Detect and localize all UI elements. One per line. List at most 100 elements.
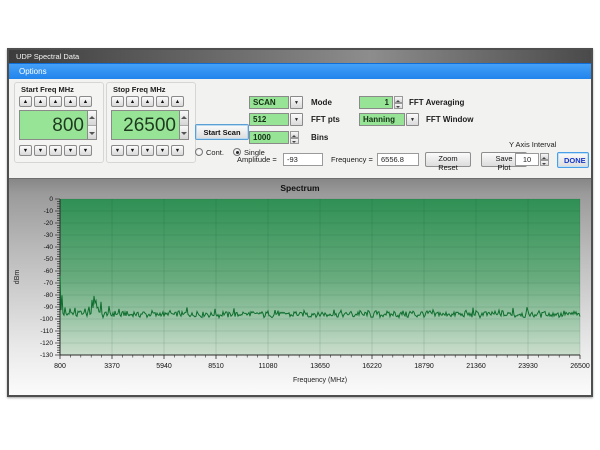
svg-text:3370: 3370 [104,363,120,370]
start-freq-group: Start Freq MHz ▲▲▲▲▲ 800 ▼▼▼▼▼ [14,82,104,163]
zoom-reset-button[interactable]: Zoom Reset [425,152,471,167]
digit-down-button[interactable]: ▼ [111,145,124,156]
amplitude-label: Amplitude = [237,155,277,164]
fft-window-label: FFT Window [426,115,473,124]
start-freq-value[interactable]: 800 [19,110,87,140]
svg-text:11080: 11080 [259,363,278,370]
fft-pts-label: FFT pts [311,115,340,124]
digit-up-button[interactable]: ▲ [141,96,154,107]
window-title: UDP Spectral Data [16,52,79,61]
start-freq-spinner [87,110,97,140]
svg-text:Frequency (MHz): Frequency (MHz) [293,377,347,384]
digit-up-button[interactable]: ▲ [126,96,139,107]
svg-text:-80: -80 [44,292,54,299]
done-button[interactable]: DONE [557,152,589,168]
svg-text:-120: -120 [40,340,53,347]
stop-freq-label: Stop Freq MHz [113,85,166,94]
svg-text:-90: -90 [44,304,54,311]
digit-down-button[interactable]: ▼ [79,145,92,156]
stop-freq-display[interactable]: 26500 [111,110,189,140]
y-axis-interval-spinner [540,153,549,166]
stop-freq-down-arrow-row: ▼▼▼▼▼ [111,145,184,156]
svg-text:-10: -10 [44,208,54,215]
svg-text:5940: 5940 [156,363,172,370]
spectrum-plot[interactable]: 0-10-20-30-40-50-60-70-80-90-100-110-120… [10,195,590,393]
digit-down-button[interactable]: ▼ [171,145,184,156]
fft-averaging-value[interactable]: 1 [359,96,393,109]
spin-down-icon[interactable] [88,126,96,140]
svg-text:21360: 21360 [466,363,486,370]
bins-label: Bins [311,133,328,142]
start-freq-display[interactable]: 800 [19,110,97,140]
svg-text:18790: 18790 [414,363,434,370]
frequency-field[interactable]: 6556.8 [377,153,419,166]
digit-up-button[interactable]: ▲ [171,96,184,107]
svg-text:-100: -100 [40,316,53,323]
svg-text:8510: 8510 [208,363,224,370]
spin-down-icon[interactable] [290,138,299,145]
svg-text:800: 800 [54,363,66,370]
menu-options[interactable]: Options [19,67,47,76]
digit-down-button[interactable]: ▼ [34,145,47,156]
control-panel: Start Freq MHz ▲▲▲▲▲ 800 ▼▼▼▼▼ Stop Freq… [9,79,591,178]
svg-text:0: 0 [49,196,53,203]
bins-value[interactable]: 1000 [249,131,289,144]
mode-dropdown-icon[interactable]: ▼ [290,96,303,109]
fft-window-dropdown-icon[interactable]: ▼ [406,113,419,126]
spin-down-icon[interactable] [540,160,549,167]
svg-text:-60: -60 [44,268,54,275]
digit-up-button[interactable]: ▲ [49,96,62,107]
spin-down-icon[interactable] [180,126,188,140]
digit-down-button[interactable]: ▼ [141,145,154,156]
digit-down-button[interactable]: ▼ [19,145,32,156]
start-freq-up-arrow-row: ▲▲▲▲▲ [19,96,92,107]
y-axis-interval-value[interactable]: 10 [515,153,539,166]
digit-up-button[interactable]: ▲ [111,96,124,107]
digit-up-button[interactable]: ▲ [19,96,32,107]
digit-up-button[interactable]: ▲ [156,96,169,107]
svg-text:16220: 16220 [362,363,382,370]
spin-down-icon[interactable] [394,103,403,110]
svg-text:-70: -70 [44,280,54,287]
mode-label: Mode [311,98,332,107]
digit-down-button[interactable]: ▼ [126,145,139,156]
y-axis-interval-label: Y Axis Interval [509,140,556,149]
bins-spinner [290,131,299,144]
svg-text:26500: 26500 [570,363,590,370]
svg-text:-20: -20 [44,220,54,227]
digit-down-button[interactable]: ▼ [49,145,62,156]
fft-pts-dropdown-icon[interactable]: ▼ [290,113,303,126]
amplitude-field[interactable]: -93 [283,153,323,166]
svg-text:13650: 13650 [310,363,330,370]
start-freq-label: Start Freq MHz [21,85,74,94]
stop-freq-spinner [179,110,189,140]
digit-up-button[interactable]: ▲ [34,96,47,107]
svg-text:-40: -40 [44,244,54,251]
digit-up-button[interactable]: ▲ [64,96,77,107]
spin-up-icon[interactable] [180,111,188,126]
app-window: UDP Spectral Data Options Start Freq MHz… [7,48,593,397]
mode-select-value[interactable]: SCAN [249,96,289,109]
menu-bar: Options [9,63,591,79]
stop-freq-value[interactable]: 26500 [111,110,179,140]
svg-text:-130: -130 [40,352,53,359]
svg-text:-110: -110 [40,328,53,335]
svg-text:23930: 23930 [518,363,538,370]
digit-down-button[interactable]: ▼ [156,145,169,156]
stop-freq-group: Stop Freq MHz ▲▲▲▲▲ 26500 ▼▼▼▼▼ [106,82,196,163]
fft-pts-select-value[interactable]: 512 [249,113,289,126]
cont-radio[interactable] [195,148,203,156]
chart-region: Spectrum 0-10-20-30-40-50-60-70-80-90-10… [9,178,591,395]
digit-down-button[interactable]: ▼ [64,145,77,156]
svg-text:-50: -50 [44,256,54,263]
start-freq-down-arrow-row: ▼▼▼▼▼ [19,145,92,156]
cont-radio-label[interactable]: Cont. [206,148,224,157]
fft-window-select-value[interactable]: Hanning [359,113,405,126]
fft-averaging-spinner [394,96,403,109]
fft-averaging-label: FFT Averaging [409,98,464,107]
start-scan-button[interactable]: Start Scan [195,124,249,140]
frequency-label: Frequency = [331,155,373,164]
digit-up-button[interactable]: ▲ [79,96,92,107]
title-bar[interactable]: UDP Spectral Data [9,50,591,63]
spin-up-icon[interactable] [88,111,96,126]
